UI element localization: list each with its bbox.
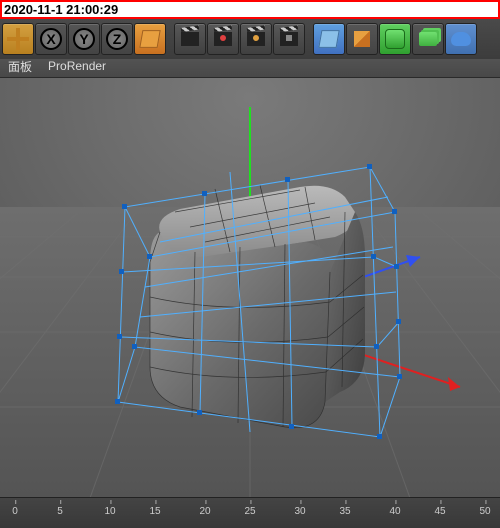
axis-x-button[interactable]: X: [35, 23, 67, 55]
tick: 20: [199, 506, 210, 517]
tick: 25: [244, 506, 255, 517]
clapboard-icon: [214, 32, 232, 46]
spline-pen-button[interactable]: [346, 23, 378, 55]
z-axis-icon: Z: [106, 28, 128, 50]
clapboard-icon: [181, 32, 199, 46]
move-tool-button[interactable]: [2, 23, 34, 55]
cube-icon: [318, 30, 339, 48]
move-icon: [7, 28, 29, 50]
tick: 50: [479, 506, 490, 517]
timeline-ruler[interactable]: 0 5 10 15 20 25 30 35 40 45 50: [0, 506, 500, 524]
deformer-button[interactable]: [445, 23, 477, 55]
tick: 35: [339, 506, 350, 517]
render-button-1[interactable]: [174, 23, 206, 55]
timestamp-overlay: 2020-11-1 21:00:29: [0, 0, 500, 19]
axis-y-button[interactable]: Y: [68, 23, 100, 55]
render-button-3[interactable]: [240, 23, 272, 55]
menu-panel[interactable]: 面板: [8, 58, 32, 75]
viewport-canvas: [0, 77, 500, 498]
render-button-2[interactable]: [207, 23, 239, 55]
pen-icon: [354, 31, 370, 47]
generator-button[interactable]: [379, 23, 411, 55]
add-cube-button[interactable]: [313, 23, 345, 55]
render-settings-button[interactable]: [273, 23, 305, 55]
array-button[interactable]: [412, 23, 444, 55]
tick: 30: [294, 506, 305, 517]
tick: 45: [434, 506, 445, 517]
deformer-icon: [451, 32, 471, 46]
cube-object[interactable]: [150, 185, 365, 428]
tick: 0: [12, 506, 18, 517]
main-toolbar: X Y Z: [0, 19, 500, 59]
timeline[interactable]: 0 5 10 15 20 25 30 35 40 45 50: [0, 497, 500, 528]
tick: 40: [389, 506, 400, 517]
y-axis-icon: Y: [73, 28, 95, 50]
clapboard-gear-icon: [280, 32, 298, 46]
tick: 5: [57, 506, 63, 517]
menu-prorender[interactable]: ProRender: [48, 59, 106, 73]
tick: 10: [104, 506, 115, 517]
cube-icon: [139, 30, 160, 48]
3d-viewport[interactable]: [0, 77, 500, 498]
axis-z-button[interactable]: Z: [101, 23, 133, 55]
tick: 15: [149, 506, 160, 517]
clapboard-icon: [247, 32, 265, 46]
x-axis-icon: X: [40, 28, 62, 50]
array-icon: [419, 32, 437, 46]
primitive-cube-button[interactable]: [134, 23, 166, 55]
nurbs-icon: [385, 29, 405, 49]
